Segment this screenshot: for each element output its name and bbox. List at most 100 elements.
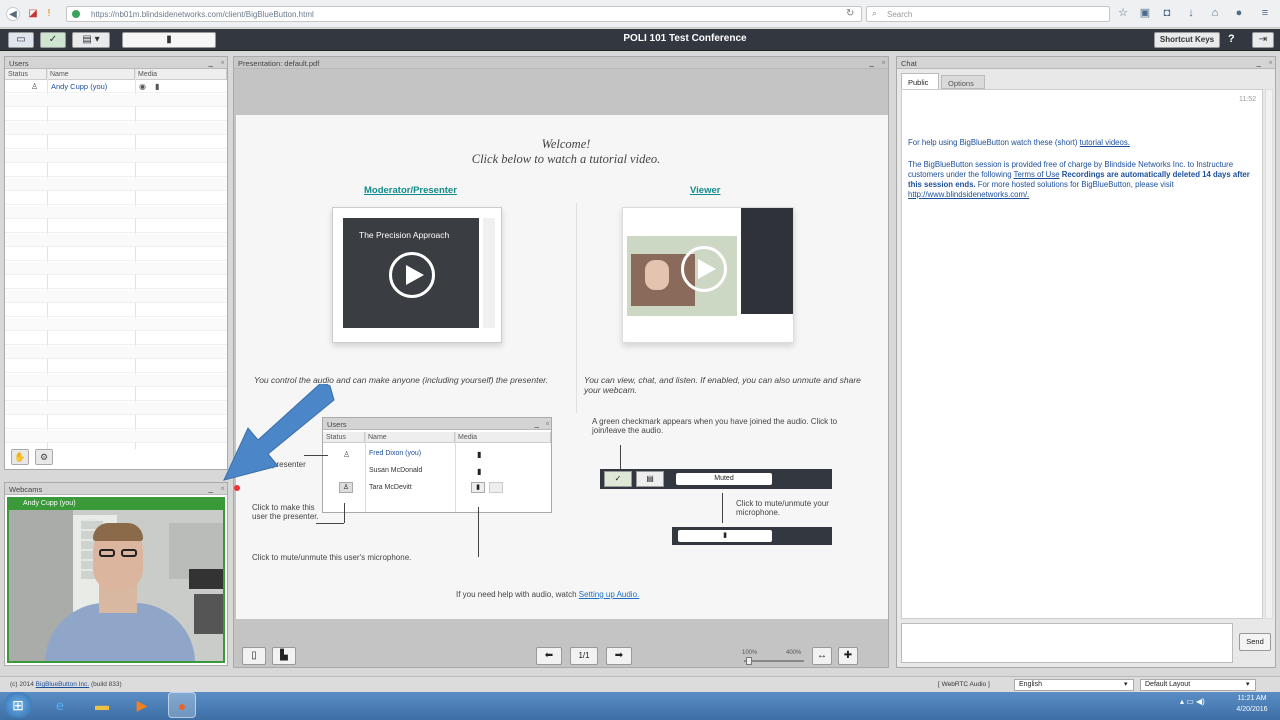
mic-volume-indicator[interactable]: ▮ bbox=[122, 32, 216, 48]
start-button-icon[interactable]: ⊞ bbox=[4, 692, 32, 718]
maximize-icon[interactable]: ▫ bbox=[882, 58, 885, 67]
help-button[interactable]: ? bbox=[1228, 33, 1235, 45]
warning-icon[interactable]: ! bbox=[42, 7, 56, 21]
chat-bubble-icon[interactable]: ● bbox=[1232, 6, 1246, 20]
webcam-icon[interactable]: ◉ bbox=[139, 82, 146, 91]
conference-title: POLI 101 Test Conference bbox=[623, 33, 747, 44]
language-select[interactable]: English bbox=[1014, 679, 1134, 691]
column-header-media[interactable]: Media bbox=[135, 69, 227, 80]
viewer-video-thumbnail[interactable] bbox=[622, 207, 794, 343]
microphone-icon[interactable]: ▮ bbox=[155, 82, 159, 91]
media-player-icon[interactable]: ▶ bbox=[128, 692, 156, 718]
back-icon[interactable]: ◀ bbox=[6, 7, 20, 21]
slide[interactable]: Welcome! Click below to watch a tutorial… bbox=[236, 115, 888, 619]
menu-icon[interactable]: ≡ bbox=[1258, 6, 1272, 20]
minimize-icon[interactable]: _ bbox=[209, 484, 213, 493]
callout-mute-user: Click to mute/unmute this user's microph… bbox=[252, 553, 412, 562]
tutorial-videos-link[interactable]: tutorial videos. bbox=[1080, 138, 1130, 147]
page-indicator[interactable]: 1/1 bbox=[570, 647, 598, 665]
zoom-min-label: 100% bbox=[742, 650, 758, 656]
home-icon[interactable]: ⌂ bbox=[1208, 6, 1222, 20]
setting-up-audio-link[interactable]: Setting up Audio. bbox=[579, 590, 640, 599]
webcams-panel-header: Webcams _ ▫ bbox=[5, 483, 227, 495]
mini-user-name: Susan McDonald bbox=[369, 467, 423, 474]
minimize-icon[interactable]: _ bbox=[870, 58, 874, 67]
webcam-user-label: Andy Cupp (you) bbox=[23, 500, 76, 507]
minimize-icon[interactable]: _ bbox=[1257, 58, 1261, 67]
shield-icon[interactable]: ◪ bbox=[26, 7, 40, 21]
tab-options[interactable]: Options bbox=[941, 75, 985, 89]
mini-user-name: Fred Dixon (you) bbox=[369, 450, 422, 457]
copyright-text: (c) 2014 BigBlueButton Inc. (build 833) bbox=[10, 681, 122, 688]
welcome-heading: Welcome! bbox=[541, 137, 591, 151]
blindside-site-link[interactable]: http://www.blindsidenetworks.com/. bbox=[908, 190, 1029, 199]
webcam-video[interactable]: Andy Cupp (you) bbox=[7, 497, 225, 663]
firefox-icon[interactable]: ● bbox=[168, 692, 196, 718]
user-name: Andy Cupp (you) bbox=[51, 82, 108, 91]
webcams-panel-title: Webcams bbox=[9, 485, 43, 494]
tray-icons[interactable]: ▴ ▭ ◀) bbox=[1180, 697, 1205, 706]
clock-date[interactable]: 4/20/2016 bbox=[1232, 706, 1272, 713]
poll-icon[interactable]: ▙ bbox=[272, 647, 296, 665]
maximize-icon: ▫ bbox=[546, 419, 549, 428]
maximize-icon[interactable]: ▫ bbox=[1269, 58, 1272, 67]
settings-gear-icon[interactable]: ⚙ bbox=[35, 449, 53, 465]
green-checkmark-text: A green checkmark appears when you have … bbox=[592, 417, 838, 435]
clock-time[interactable]: 11:21 AM bbox=[1232, 695, 1272, 702]
users-panel-title: Users bbox=[9, 59, 29, 68]
maximize-icon[interactable]: ▫ bbox=[221, 484, 224, 493]
minimize-icon[interactable]: _ bbox=[209, 58, 213, 67]
webrtc-audio-label: [ WebRTC Audio ] bbox=[938, 681, 990, 688]
fit-width-icon[interactable]: ↔ bbox=[812, 647, 832, 665]
chat-scrollbar[interactable] bbox=[1265, 89, 1273, 619]
play-icon[interactable] bbox=[681, 246, 727, 292]
presentation-panel-header: Presentation: default.pdf _ ▫ bbox=[234, 57, 888, 69]
microphone-icon[interactable]: ✓ bbox=[40, 32, 66, 48]
pocket-icon[interactable]: ◘ bbox=[1160, 6, 1174, 20]
bookmark-star-icon[interactable]: ☆ bbox=[1116, 6, 1130, 20]
column-header-status[interactable]: Status bbox=[5, 69, 47, 80]
zoom-slider-thumb[interactable] bbox=[746, 657, 752, 665]
raise-hand-icon[interactable]: ✋ bbox=[11, 449, 29, 465]
play-icon[interactable] bbox=[389, 252, 435, 298]
chat-input[interactable] bbox=[901, 623, 1233, 663]
table-row[interactable]: ♙ Andy Cupp (you) ◉ ▮ bbox=[5, 80, 227, 93]
shortcut-keys-button[interactable]: Shortcut Keys bbox=[1154, 32, 1220, 48]
presenter-toggle-icon: ♙ bbox=[339, 482, 353, 493]
logout-icon[interactable]: ⇥ bbox=[1252, 32, 1274, 48]
chat-welcome-message: The BigBlueButton session is provided fr… bbox=[908, 160, 1250, 199]
webcams-panel: Webcams _ ▫ Andy Cupp (you) bbox=[4, 482, 228, 666]
moderator-heading[interactable]: Moderator/Presenter bbox=[364, 185, 457, 196]
bookmarks-list-icon[interactable]: ▣ bbox=[1138, 6, 1152, 20]
zoom-slider[interactable] bbox=[744, 660, 804, 662]
recording-dot-icon bbox=[234, 485, 240, 491]
presentation-panel: Presentation: default.pdf _ ▫ Welcome! C… bbox=[233, 56, 889, 668]
maximize-icon[interactable]: ▫ bbox=[221, 58, 224, 67]
column-header-name[interactable]: Name bbox=[47, 69, 135, 80]
download-icon[interactable]: ↓ bbox=[1184, 6, 1198, 20]
microphone-icon: ✓ bbox=[604, 471, 632, 487]
next-slide-icon[interactable]: ➡ bbox=[606, 647, 632, 665]
reload-icon[interactable]: ↻ bbox=[846, 8, 854, 19]
callout-make-presenter: Click to make this user the presenter. bbox=[252, 503, 319, 521]
internet-explorer-icon[interactable]: e bbox=[46, 692, 74, 718]
url-field[interactable]: https://nb01m.blindsidenetworks.com/clie… bbox=[66, 6, 862, 22]
tab-public[interactable]: Public bbox=[901, 73, 939, 89]
bbb-link[interactable]: BigBlueButton Inc. bbox=[36, 681, 89, 688]
chevron-down-icon: ▾ bbox=[1246, 681, 1250, 688]
secure-lock-icon bbox=[72, 10, 80, 18]
fit-page-icon[interactable]: ✚ bbox=[838, 647, 858, 665]
minimize-icon: _ bbox=[534, 419, 539, 428]
terms-of-use-link[interactable]: Terms of Use bbox=[1014, 170, 1060, 179]
search-input[interactable]: Search bbox=[866, 6, 1110, 22]
upload-presentation-icon[interactable]: ▯ bbox=[242, 647, 266, 665]
layout-select[interactable]: Default Layout bbox=[1140, 679, 1256, 691]
mute-mic-text: Click to mute/unmute your microphone. bbox=[736, 499, 829, 517]
file-explorer-icon[interactable]: ▬ bbox=[88, 692, 116, 718]
share-desktop-icon[interactable]: ▭ bbox=[8, 32, 34, 48]
webcam-dropdown-button[interactable]: ▤ ▾ bbox=[72, 32, 110, 48]
viewer-heading[interactable]: Viewer bbox=[690, 185, 720, 196]
send-button[interactable]: Send bbox=[1239, 633, 1271, 651]
moderator-video-thumbnail[interactable]: The Precision Approach bbox=[332, 207, 502, 343]
previous-slide-icon[interactable]: ⬅ bbox=[536, 647, 562, 665]
